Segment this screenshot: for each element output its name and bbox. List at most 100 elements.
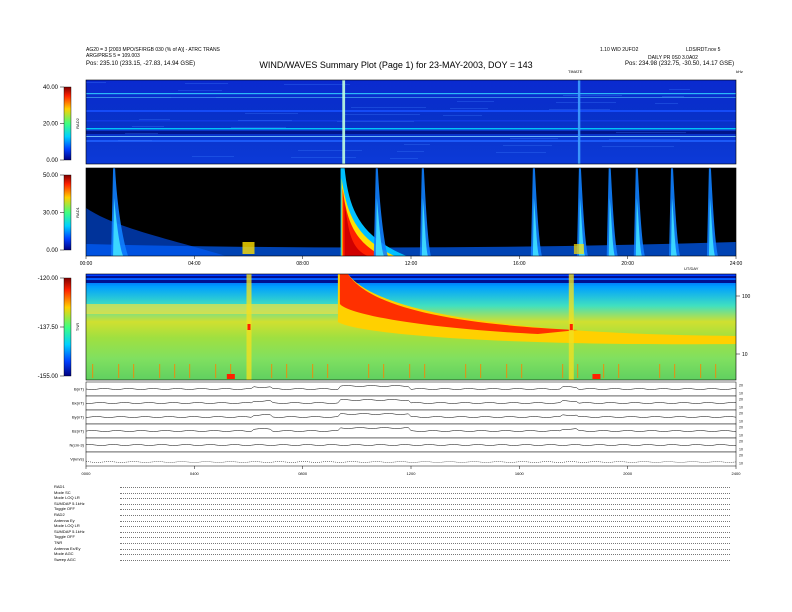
footer-dotted-rule-1: [120, 492, 730, 494]
tnr-low-spot-1: [226, 374, 235, 379]
ut-day-label: UT/DAY: [684, 266, 699, 271]
tnr-right-tick-label-1: 10: [742, 352, 748, 358]
footer-line-9: Toggle OFF: [54, 534, 75, 540]
tnr-tick-burst-25: [603, 364, 605, 378]
rad2-band-2: [86, 110, 736, 112]
tnr-dark-band: [86, 280, 736, 283]
tnr-tick-burst-2: [286, 364, 288, 378]
rad1-xtick-label-3: 12:00: [405, 261, 418, 267]
rad2-noise-27: [337, 121, 414, 122]
rad2-noise-17: [397, 151, 424, 152]
rad2-panel-label: RAD2: [75, 117, 80, 128]
tnr-tick-burst-5: [577, 364, 579, 378]
rad1-xtick-label-1: 04:00: [188, 261, 201, 267]
footer-dotted-rule-0: [120, 487, 730, 488]
rad2-noise-19: [503, 145, 552, 146]
rad2-noise-10: [616, 132, 686, 133]
rad2-colorbar-label-2: 0.00: [46, 158, 58, 164]
footer-dotted-rule-12: [120, 554, 730, 556]
footer-line-3: SUMDAP 5.1kHz: [54, 500, 85, 506]
tnr-tick-burst-1: [189, 364, 191, 378]
footer-line-8: SUMDAP 5.1kHz: [54, 528, 85, 534]
footer-line-4: Toggle OFF: [54, 506, 75, 512]
rad2-noise-6: [404, 144, 430, 145]
tnr-colorbar-label-2: -155.00: [38, 374, 59, 380]
footer-dotted-rule-11: [120, 548, 730, 550]
footer-line-7: Mode LOQ LR: [54, 523, 80, 529]
rad2-band-0: [86, 93, 736, 95]
tnr-tick-burst-26: [700, 364, 702, 378]
tnr-tick-burst-23: [409, 364, 411, 378]
tnr-tick-burst-6: [674, 364, 676, 378]
rad2-colorbar-label-0: 40.00: [43, 85, 59, 91]
mag-row-0-tick-1: 10: [739, 392, 743, 396]
tnr-colorbar-label-1: -137.50: [38, 325, 59, 331]
footer-line-10: TNR: [54, 540, 63, 545]
footer-dotted-rule-13: [120, 559, 730, 561]
rad1-colorbar: [63, 174, 72, 251]
rad2-noise-23: [125, 133, 158, 134]
rad2-noise-34: [118, 140, 152, 141]
rad1-spot-1: [242, 242, 255, 254]
tnr-warm-band: [86, 304, 338, 314]
rad1-xtick-label-5: 20:00: [621, 261, 634, 267]
tnr-tick-burst-7: [133, 364, 135, 378]
tnr-tick-burst-19: [659, 364, 661, 378]
mag-row-label-1: Bx(nT): [72, 401, 85, 406]
rad2-noise-20: [556, 102, 616, 103]
mag-row-4-tick-0: 20: [739, 440, 743, 444]
mag-xtick-label-0: 0000: [82, 471, 92, 476]
mag-row-2-tick-0: 20: [739, 412, 743, 416]
rad2-colorbar-label-1: 20.00: [43, 122, 59, 128]
tnr-colorbar: [63, 277, 72, 377]
rad2-noise-11: [669, 89, 690, 90]
rad1-panel-label: RAD1: [75, 206, 80, 217]
rad1-colorbar-label-1: 30.00: [43, 211, 59, 217]
rad2-noise-4: [298, 150, 362, 151]
tnr-tick-burst-20: [118, 364, 120, 378]
tnr-tick-burst-10: [424, 364, 426, 378]
tnr-tick-burst-13: [715, 364, 717, 378]
rad2-noise-12: [132, 126, 164, 127]
rad1-colorbar-label-0: 50.00: [43, 173, 59, 179]
mag-xtick-label-5: 2000: [623, 471, 633, 476]
footer-dotted-rule-7: [120, 526, 730, 528]
tnr-tick-burst-12: [618, 364, 620, 378]
rad2-band-4: [86, 128, 736, 130]
footer-line-1: Mode SC: [54, 489, 71, 495]
mag-row-1-tick-1: 10: [739, 406, 743, 410]
footer-dotted-rule-2: [120, 498, 730, 500]
rad2-noise-3: [245, 113, 298, 114]
tnr-tick-burst-17: [465, 364, 467, 378]
rad2-noise-8: [510, 138, 558, 139]
rad2-noise-33: [655, 103, 678, 104]
rad2-noise-1: [139, 119, 170, 120]
tnr-tick-burst-27: [159, 364, 161, 378]
rad2-noise-16: [344, 114, 420, 115]
tnr-tick-burst-18: [562, 364, 564, 378]
rad1-xtick-label-2: 08:00: [296, 261, 309, 267]
rad2-noise-7: [457, 101, 494, 102]
footer-line-0: RAD1: [54, 484, 65, 489]
mag-row-label-4: N(cm-3): [70, 443, 85, 448]
mag-xtick-label-3: 1200: [407, 471, 417, 476]
tnr-tick-burst-0: [92, 364, 94, 378]
mag-row-3-tick-1: 10: [739, 434, 743, 438]
rad2-burst-1: [577, 80, 581, 164]
rad2-noise-0: [86, 82, 106, 83]
mag-row-0-tick-0: 20: [739, 384, 743, 388]
rad2-burst-0: [342, 80, 346, 164]
footer-dotted-rule-5: [120, 515, 730, 516]
footer-dotted-rule-8: [120, 531, 730, 533]
rad2-band-6: [86, 136, 736, 137]
mag-xtick-label-1: 0400: [190, 471, 200, 476]
footer-line-5: RAD2: [54, 512, 65, 517]
rad1-xtick-label-6: 24:00: [730, 261, 743, 267]
mag-row-1-tick-0: 20: [739, 398, 743, 402]
tnr-colorbar-label-0: -120.00: [38, 276, 59, 282]
rad1-colorbar-label-2: 0.00: [46, 248, 58, 254]
rad2-noise-18: [450, 108, 488, 109]
mag-row-5-tick-0: 20: [739, 454, 743, 458]
footer-dotted-rule-9: [120, 537, 730, 539]
tnr-tick-burst-21: [215, 364, 217, 378]
